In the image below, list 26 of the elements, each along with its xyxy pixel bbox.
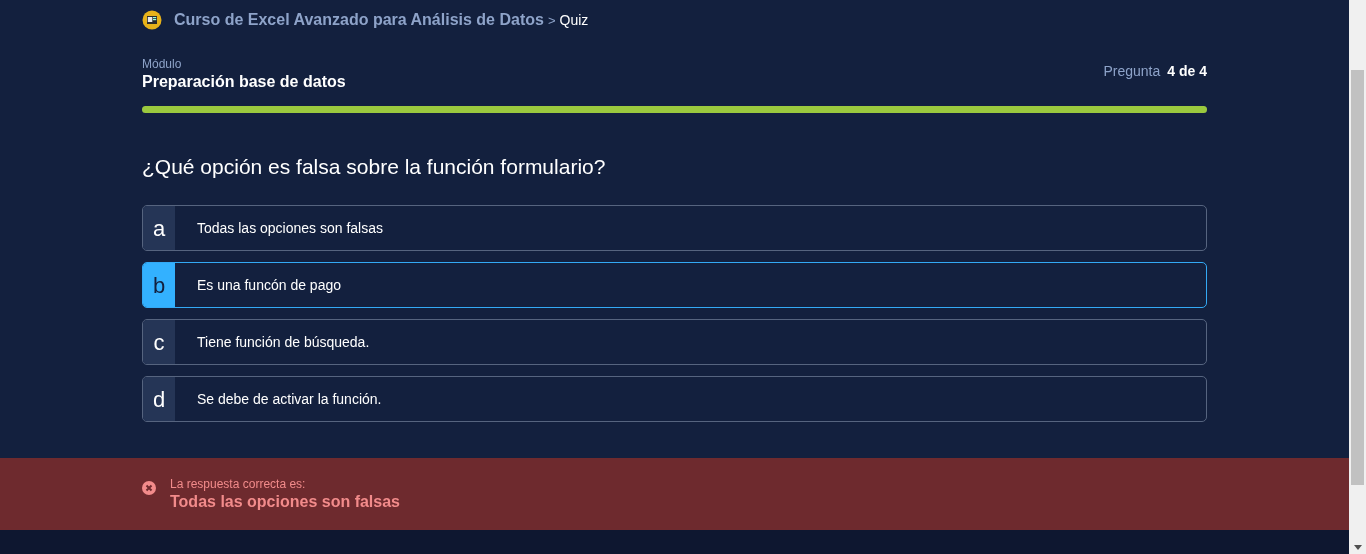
- answer-option[interactable]: c Tiene función de búsqueda.: [142, 319, 1207, 365]
- breadcrumb-current: Quiz: [559, 11, 589, 30]
- feedback-label: La respuesta correcta es:: [170, 476, 307, 492]
- option-letter: a: [143, 206, 175, 250]
- option-text: Tiene función de búsqueda.: [196, 332, 370, 352]
- answer-option[interactable]: a Todas las opciones son falsas: [142, 205, 1207, 251]
- course-badge-icon: [142, 10, 162, 30]
- question-label: Pregunta: [1103, 62, 1161, 81]
- option-letter: c: [143, 320, 175, 364]
- option-text: Se debe de activar la función.: [196, 389, 382, 409]
- module-name: Preparación base de datos: [142, 72, 346, 92]
- correct-answer: Todas las opciones son falsas: [170, 491, 400, 512]
- option-letter: d: [143, 377, 175, 421]
- option-text: Todas las opciones son falsas: [196, 218, 383, 238]
- option-text: Es una funcón de pago: [196, 275, 341, 295]
- scrollbar[interactable]: [1349, 0, 1366, 554]
- module-label: Módulo: [142, 56, 183, 72]
- question-count: 4 de 4: [1167, 62, 1207, 81]
- answer-option[interactable]: d Se debe de activar la función.: [142, 376, 1207, 422]
- option-letter: b: [143, 263, 175, 307]
- question-text: ¿Qué opción es falsa sobre la función formulario?: [142, 154, 607, 180]
- answer-option[interactable]: b Es una funcón de pago: [142, 262, 1207, 308]
- breadcrumb-separator: >: [547, 12, 556, 30]
- course-link[interactable]: Curso de Excel Avanzado para Análisis de Datos: [174, 8, 544, 32]
- scroll-down-icon[interactable]: [1353, 545, 1362, 550]
- error-icon: [142, 480, 156, 495]
